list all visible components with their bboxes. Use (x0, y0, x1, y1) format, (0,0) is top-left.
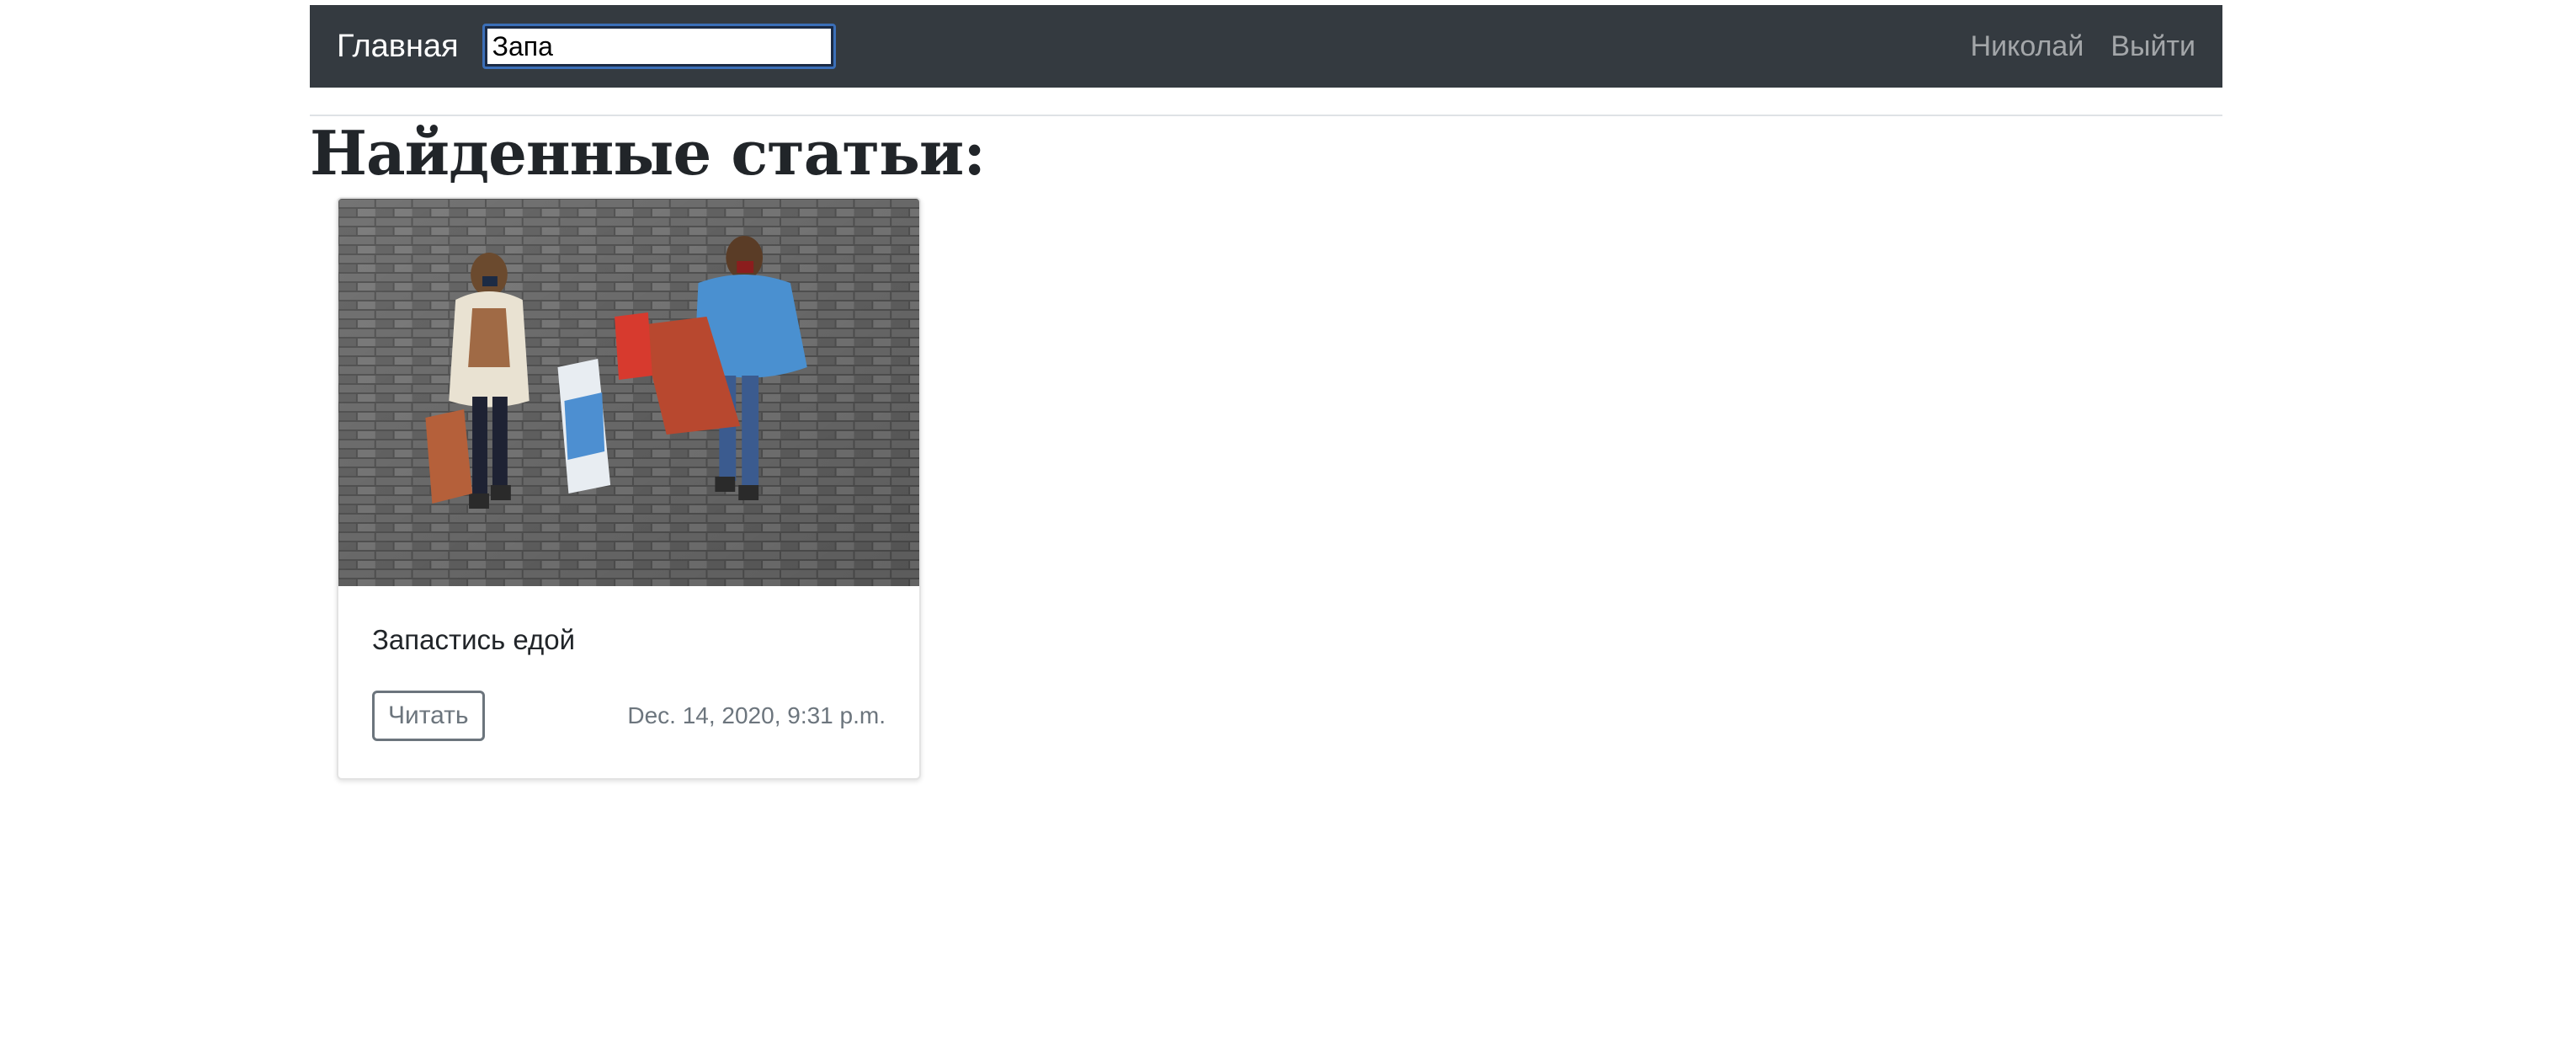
top-navbar: Главная Николай Выйти (310, 5, 2222, 88)
logout-link[interactable]: Выйти (2110, 30, 2195, 63)
read-button[interactable]: Читать (372, 690, 485, 741)
article-date: Dec. 14, 2020, 9:31 p.m. (627, 702, 886, 728)
search-input[interactable] (482, 24, 836, 69)
nav-right-group: Николай Выйти (1971, 30, 2195, 63)
header-divider (310, 115, 2222, 116)
main-container: Главная Николай Выйти Найденные статьи: (310, 5, 2222, 780)
user-profile-link[interactable]: Николай (1971, 30, 2084, 63)
card-footer: Читать Dec. 14, 2020, 9:31 p.m. (372, 690, 886, 741)
page-title: Найденные статьи: (310, 117, 986, 189)
article-title: Запастись едой (372, 624, 576, 655)
home-link[interactable]: Главная (337, 30, 459, 62)
article-card: Запастись едой Читать Dec. 14, 2020, 9:3… (337, 197, 921, 780)
card-body: Запастись едой Читать Dec. 14, 2020, 9:3… (338, 586, 919, 741)
article-image (338, 199, 919, 586)
